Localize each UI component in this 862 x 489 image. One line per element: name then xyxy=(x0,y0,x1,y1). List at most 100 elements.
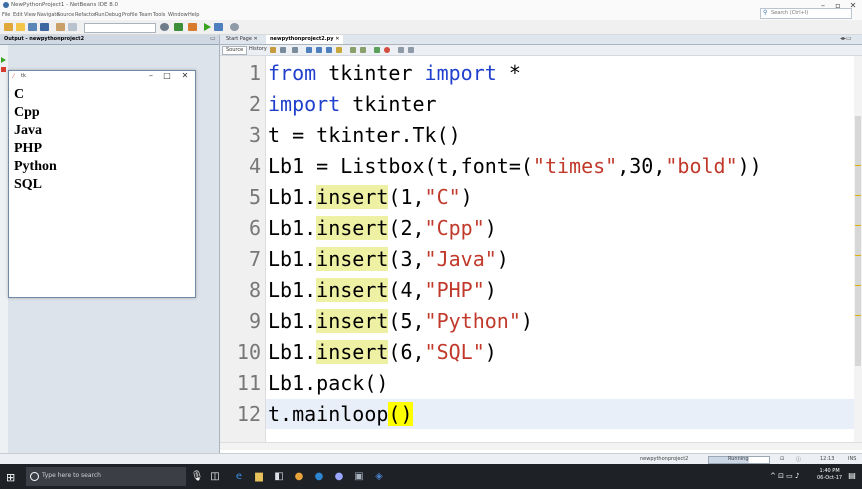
stop-icon[interactable] xyxy=(1,67,6,72)
run-icon[interactable] xyxy=(204,23,211,31)
app-icon-blue[interactable]: ● xyxy=(312,471,326,482)
shift-left-icon[interactable] xyxy=(350,47,356,53)
code-line[interactable]: Lb1 = Listbox(t,font=("times",30,"bold")… xyxy=(268,151,762,181)
code-line[interactable]: import tkinter xyxy=(268,89,437,119)
scrollbar-thumb[interactable] xyxy=(855,116,861,366)
menu-debug[interactable]: Debug xyxy=(105,12,121,18)
debug-icon[interactable] xyxy=(214,23,223,31)
error-stripe-mark[interactable] xyxy=(855,315,861,316)
search-input[interactable]: ⚲ Search (Ctrl+I) xyxy=(760,8,852,19)
error-stripe-mark[interactable] xyxy=(855,285,861,286)
clock[interactable]: 1:40 PM 06-Oct-17 xyxy=(817,468,842,482)
menu-view[interactable]: View xyxy=(24,12,36,18)
menu-tools[interactable]: Tools xyxy=(153,12,165,18)
taskbar-search[interactable]: Type here to search xyxy=(26,467,186,486)
notifications-icon[interactable]: ⊡ xyxy=(780,456,784,462)
redo-icon[interactable] xyxy=(68,23,77,31)
source-view-tab[interactable]: Source xyxy=(222,46,248,55)
config-select[interactable] xyxy=(84,23,156,33)
app-icon-gray[interactable]: ▣ xyxy=(352,471,366,482)
code-line[interactable]: Lb1.insert(4,"PHP") xyxy=(268,275,497,305)
file-explorer-icon[interactable]: ▆ xyxy=(252,471,266,482)
horizontal-scrollbar[interactable] xyxy=(220,442,862,450)
menu-edit[interactable]: Edit xyxy=(13,12,23,18)
tk-close-button[interactable]: ✕ xyxy=(177,71,193,80)
code-line[interactable]: Lb1.insert(3,"Java") xyxy=(268,244,509,274)
minimize-panel-icon[interactable]: ▭ xyxy=(210,35,216,42)
macro-stop-icon[interactable] xyxy=(384,47,390,53)
system-tray-icons[interactable]: ^ ⊡ ▭ ♪ xyxy=(770,472,800,480)
tab-list-icon[interactable]: ◂▸▭ xyxy=(840,35,852,42)
shift-right-icon[interactable] xyxy=(360,47,366,53)
tk-minimize-button[interactable]: – xyxy=(143,71,159,80)
tab-start-page[interactable]: Start Page ✕ xyxy=(222,35,262,44)
chrome-icon[interactable]: ● xyxy=(292,471,306,482)
edge-icon[interactable]: e xyxy=(232,471,246,482)
menu-refactor[interactable]: Refactor xyxy=(75,12,96,18)
code-line[interactable]: Lb1.insert(2,"Cpp") xyxy=(268,213,497,243)
code-editor[interactable]: from tkinter import * import tkinter t =… xyxy=(266,56,854,442)
netbeans-taskbar-icon[interactable]: ◈ xyxy=(372,471,386,482)
listbox-item[interactable]: SQL xyxy=(14,176,42,193)
menu-team[interactable]: Team xyxy=(139,12,152,18)
macro-record-icon[interactable] xyxy=(374,47,380,53)
code-line[interactable]: t = tkinter.Tk() xyxy=(268,120,461,150)
store-icon[interactable]: ◧ xyxy=(272,471,286,482)
toggle-highlight-icon[interactable] xyxy=(336,47,342,53)
save-all-icon[interactable] xyxy=(40,23,49,31)
code-line[interactable]: Lb1.insert(1,"C") xyxy=(268,182,473,212)
config-gear-icon[interactable] xyxy=(160,23,169,31)
tab-newpythonproject2[interactable]: newpythonproject2.py ✕ xyxy=(266,35,344,44)
find-icon[interactable] xyxy=(306,47,312,53)
menu-window[interactable]: Window xyxy=(168,12,188,18)
code-line[interactable]: Lb1.insert(6,"SQL") xyxy=(268,337,497,367)
menu-source[interactable]: Source xyxy=(57,12,74,18)
new-project-icon[interactable] xyxy=(4,23,13,31)
listbox-item[interactable]: Cpp xyxy=(14,104,40,121)
error-stripe-mark[interactable] xyxy=(855,255,861,256)
code-line[interactable]: t.mainloop() xyxy=(268,399,413,429)
netbeans-icon xyxy=(3,2,9,8)
history-view-tab[interactable]: History xyxy=(246,46,270,53)
listbox-item[interactable]: Python xyxy=(14,158,57,175)
vertical-scrollbar[interactable] xyxy=(854,56,862,442)
mic-icon[interactable]: 🎙 xyxy=(190,471,204,482)
code-line[interactable]: Lb1.pack() xyxy=(268,368,388,398)
new-file-icon[interactable] xyxy=(16,23,25,31)
forward-icon[interactable] xyxy=(292,47,298,53)
notification-center-icon[interactable]: ▤ xyxy=(845,471,859,480)
listbox-item[interactable]: Java xyxy=(14,122,42,139)
info-icon[interactable]: ⓘ xyxy=(796,456,801,463)
find-prev-icon[interactable] xyxy=(316,47,322,53)
code-line[interactable]: Lb1.insert(5,"Python") xyxy=(268,306,533,336)
menu-file[interactable]: File xyxy=(2,12,10,18)
windows-start-icon[interactable]: ⊞ xyxy=(6,471,15,484)
listbox-item[interactable]: C xyxy=(14,86,24,103)
undo-icon[interactable] xyxy=(56,23,65,31)
find-next-icon[interactable] xyxy=(326,47,332,53)
comment-icon[interactable] xyxy=(398,47,404,53)
profile-icon[interactable] xyxy=(230,23,239,31)
menu-help[interactable]: Help xyxy=(188,12,199,18)
menu-profile[interactable]: Profile xyxy=(122,12,138,18)
listbox[interactable]: C Cpp Java PHP Python SQL xyxy=(11,86,191,292)
clean-build-icon[interactable] xyxy=(188,23,197,31)
app-icon-purple[interactable]: ● xyxy=(332,471,346,482)
main-toolbar xyxy=(0,20,862,35)
back-icon[interactable] xyxy=(280,47,286,53)
tk-maximize-button[interactable]: □ xyxy=(159,71,175,80)
error-stripe-mark[interactable] xyxy=(855,195,861,196)
open-project-icon[interactable] xyxy=(28,23,37,31)
task-view-icon[interactable]: ◫ xyxy=(208,471,222,482)
build-hammer-icon[interactable] xyxy=(174,23,183,31)
output-tab[interactable]: Output - newpythonproject2 ✕ ▭ xyxy=(0,35,219,45)
error-stripe-mark[interactable] xyxy=(855,165,861,166)
listbox-item[interactable]: PHP xyxy=(14,140,42,157)
last-edit-icon[interactable] xyxy=(270,47,276,53)
code-line[interactable]: from tkinter import * xyxy=(268,58,521,88)
output-tab-close-icon[interactable]: ✕ xyxy=(57,36,61,42)
error-stripe-mark[interactable] xyxy=(855,225,861,226)
menu-run[interactable]: Run xyxy=(95,12,105,18)
uncomment-icon[interactable] xyxy=(408,47,414,53)
rerun-icon[interactable] xyxy=(1,57,6,63)
